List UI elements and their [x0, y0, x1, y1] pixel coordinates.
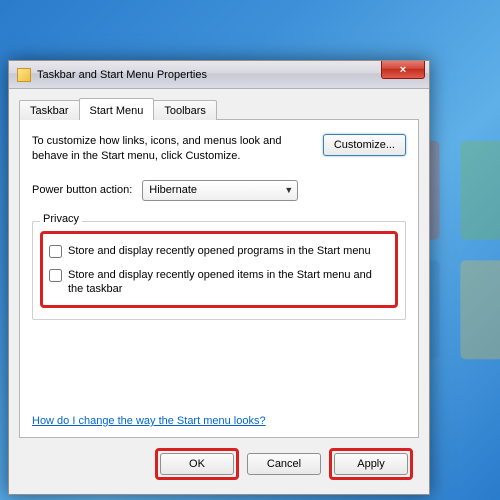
power-button-value: Hibernate	[149, 184, 197, 196]
power-button-combobox[interactable]: Hibernate ▼	[142, 180, 298, 201]
client-area: Taskbar Start Menu Toolbars To customize…	[9, 89, 429, 494]
tab-taskbar[interactable]: Taskbar	[19, 100, 80, 120]
privacy-group: Privacy Store and display recently opene…	[32, 221, 406, 320]
cancel-button[interactable]: Cancel	[247, 453, 321, 475]
properties-window: Taskbar and Start Menu Properties × Task…	[8, 60, 430, 495]
window-title: Taskbar and Start Menu Properties	[37, 69, 207, 81]
tab-start-menu[interactable]: Start Menu	[79, 98, 155, 120]
highlight-privacy: Store and display recently opened progra…	[40, 231, 398, 308]
highlight-ok: OK	[155, 448, 239, 480]
chevron-down-icon: ▼	[284, 185, 293, 195]
help-link[interactable]: How do I change the way the Start menu l…	[32, 415, 406, 427]
checkbox-recent-programs[interactable]	[49, 245, 62, 258]
close-button[interactable]: ×	[381, 61, 425, 79]
close-icon: ×	[400, 64, 406, 76]
tab-toolbars[interactable]: Toolbars	[153, 100, 217, 120]
description-text: To customize how links, icons, and menus…	[32, 134, 292, 164]
customize-button[interactable]: Customize...	[323, 134, 406, 156]
checkbox-recent-items[interactable]	[49, 269, 62, 282]
power-button-label: Power button action:	[32, 184, 132, 196]
checkbox-recent-programs-label: Store and display recently opened progra…	[68, 244, 371, 258]
window-icon	[17, 68, 31, 82]
tab-panel-start-menu: To customize how links, icons, and menus…	[19, 119, 419, 438]
apply-button[interactable]: Apply	[334, 453, 408, 475]
checkbox-recent-items-label: Store and display recently opened items …	[68, 268, 389, 297]
ok-button[interactable]: OK	[160, 453, 234, 475]
titlebar[interactable]: Taskbar and Start Menu Properties ×	[9, 61, 429, 89]
tabstrip: Taskbar Start Menu Toolbars	[19, 97, 419, 119]
privacy-legend: Privacy	[40, 213, 82, 225]
highlight-apply: Apply	[329, 448, 413, 480]
dialog-footer: OK Cancel Apply	[19, 438, 419, 484]
